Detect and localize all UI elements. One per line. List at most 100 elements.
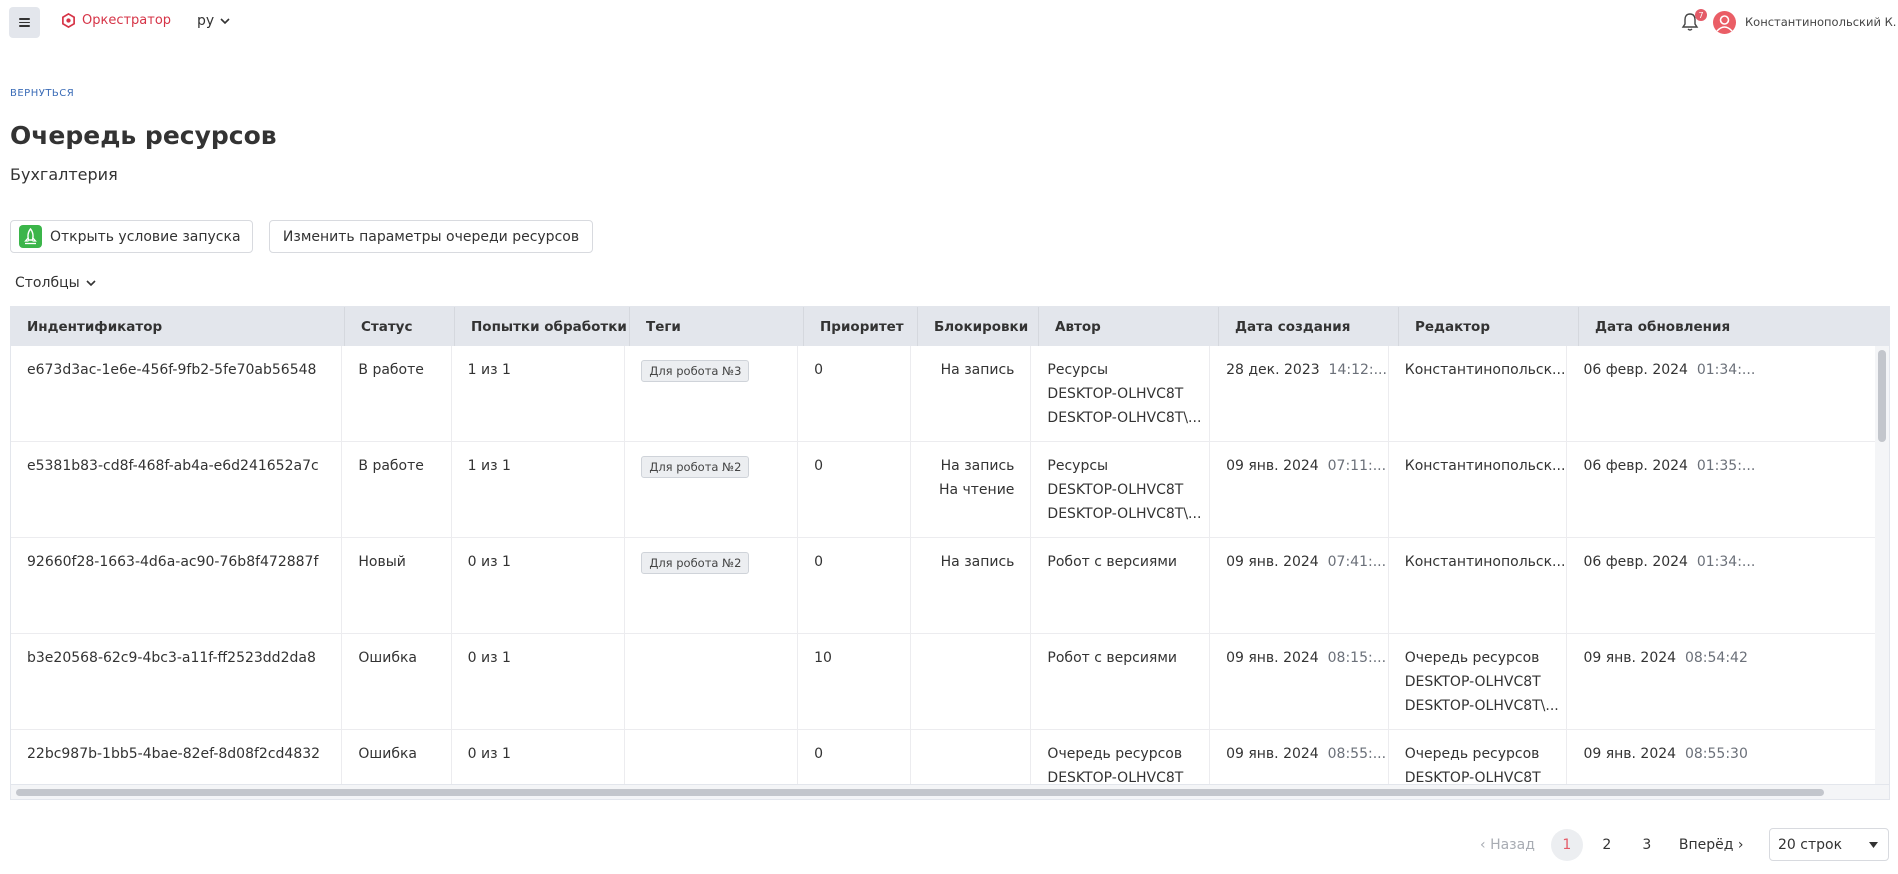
- column-header[interactable]: Редактор: [1399, 307, 1579, 346]
- cell-author: Робот с версиями: [1047, 554, 1178, 570]
- cell-status: Ошибка: [358, 650, 418, 666]
- cell-editor: Константинопольск...: [1404, 458, 1566, 474]
- table-row[interactable]: b3e20568-62c9-4bc3-a11f-ff2523dd2da8 Оши…: [11, 634, 1877, 730]
- column-header[interactable]: Попытки обработки: [455, 307, 630, 346]
- user-avatar-icon[interactable]: [1713, 11, 1736, 34]
- cell-author: DESKTOP-OLHVC8T: [1047, 386, 1184, 402]
- column-header[interactable]: Автор: [1039, 307, 1219, 346]
- created-time: 08:15:...: [1327, 650, 1387, 666]
- column-header[interactable]: Дата обновления: [1579, 307, 1889, 346]
- table-row[interactable]: 92660f28-1663-4d6a-ac90-76b8f472887f Нов…: [11, 538, 1877, 634]
- vertical-scroll-thumb[interactable]: [1878, 350, 1886, 442]
- page-button-3[interactable]: 3: [1631, 829, 1663, 861]
- cell-status: Ошибка: [358, 746, 418, 762]
- tag-badge: Для робота №3: [641, 360, 750, 382]
- cell-id: 92660f28-1663-4d6a-ac90-76b8f472887f: [27, 554, 319, 570]
- cell-updated: 09 янв. 2024 08:54:42: [1583, 646, 1877, 670]
- page-button-2[interactable]: 2: [1591, 829, 1623, 861]
- back-link[interactable]: ВЕРНУТЬСЯ: [10, 88, 74, 99]
- columns-toggle[interactable]: Столбцы: [15, 275, 96, 291]
- table-body: e673d3ac-1e6e-456f-9fb2-5fe70ab56548 В р…: [11, 346, 1877, 799]
- open-launch-condition-button[interactable]: Открыть условие запуска: [10, 220, 253, 253]
- cell-author: Очередь ресурсов: [1047, 746, 1183, 762]
- cell-updated: 06 февр. 2024 01:34:...: [1583, 358, 1877, 382]
- cell-id: b3e20568-62c9-4bc3-a11f-ff2523dd2da8: [27, 650, 316, 666]
- prev-page-label: Назад: [1490, 836, 1535, 853]
- cell-id: 22bc987b-1bb5-4bae-82ef-8d08f2cd4832: [27, 746, 321, 762]
- created-date: 09 янв. 2024: [1226, 746, 1319, 762]
- cell-priority: 0: [814, 458, 823, 474]
- cell-author: Ресурсы: [1047, 458, 1109, 474]
- language-select[interactable]: ру: [197, 13, 230, 29]
- column-header[interactable]: Статус: [345, 307, 455, 346]
- cell-status: В работе: [358, 458, 424, 474]
- cell-attempts: 1 из 1: [467, 362, 511, 378]
- table-header: Индентификатор Статус Попытки обработки …: [11, 307, 1889, 346]
- cell-attempts: 0 из 1: [467, 650, 511, 666]
- cell-lock: На запись: [940, 362, 1015, 378]
- tag-badge: Для робота №2: [641, 552, 750, 574]
- resource-queue-table: Индентификатор Статус Попытки обработки …: [10, 306, 1890, 800]
- cell-priority: 0: [814, 746, 823, 762]
- cell-status: В работе: [358, 362, 424, 378]
- cell-created: 09 янв. 2024 08:55:...: [1226, 742, 1388, 766]
- rows-per-page-value: 20 строк: [1778, 836, 1843, 853]
- rows-per-page-select[interactable]: 20 строк: [1769, 828, 1889, 861]
- cell-updated: 06 февр. 2024 01:34:...: [1583, 550, 1877, 574]
- edit-queue-params-label: Изменить параметры очереди ресурсов: [282, 228, 580, 245]
- table-row[interactable]: e673d3ac-1e6e-456f-9fb2-5fe70ab56548 В р…: [11, 346, 1877, 442]
- brand-link[interactable]: Оркестратор: [61, 13, 171, 28]
- created-date: 09 янв. 2024: [1226, 554, 1319, 570]
- updated-time: 01:34:...: [1696, 362, 1756, 378]
- updated-date: 09 янв. 2024: [1583, 746, 1677, 762]
- created-time: 08:55:...: [1327, 746, 1387, 762]
- notification-badge: 7: [1695, 9, 1707, 21]
- page-button-1[interactable]: 1: [1550, 828, 1583, 861]
- updated-date: 06 февр. 2024: [1583, 554, 1688, 570]
- cell-updated: 09 янв. 2024 08:55:30: [1583, 742, 1877, 766]
- rocket-icon: [19, 225, 42, 248]
- column-header[interactable]: Приоритет: [804, 307, 918, 346]
- cell-status: Новый: [358, 554, 406, 570]
- cell-editor: Очередь ресурсов: [1404, 746, 1540, 762]
- cell-editor: DESKTOP-OLHVC8T\...: [1404, 698, 1559, 714]
- column-header[interactable]: Блокировки: [918, 307, 1039, 346]
- column-header[interactable]: Дата создания: [1219, 307, 1399, 346]
- cell-attempts: 1 из 1: [467, 458, 511, 474]
- tag-badge: Для робота №2: [641, 456, 750, 478]
- cell-author: Ресурсы: [1047, 362, 1109, 378]
- cell-attempts: 0 из 1: [467, 746, 511, 762]
- cell-lock: На запись: [940, 554, 1015, 570]
- cell-author: DESKTOP-OLHVC8T\...: [1047, 506, 1202, 522]
- vertical-scrollbar[interactable]: [1875, 346, 1889, 786]
- cell-created: 28 дек. 2023 14:12:...: [1226, 358, 1388, 382]
- updated-date: 09 янв. 2024: [1583, 650, 1677, 666]
- created-date: 28 дек. 2023: [1226, 362, 1320, 378]
- cell-author: Робот с версиями: [1047, 650, 1178, 666]
- prev-page-button[interactable]: ‹ Назад: [1480, 837, 1535, 853]
- updated-time: 08:54:42: [1684, 650, 1748, 666]
- cell-author: DESKTOP-OLHVC8T: [1047, 482, 1184, 498]
- column-header[interactable]: Индентификатор: [11, 307, 345, 346]
- horizontal-scroll-thumb[interactable]: [16, 789, 1824, 796]
- menu-button[interactable]: [9, 7, 40, 38]
- updated-time: 08:55:30: [1684, 746, 1748, 762]
- page-title: Очередь ресурсов: [10, 121, 277, 150]
- cell-editor: Очередь ресурсов: [1404, 650, 1540, 666]
- cell-created: 09 янв. 2024 07:11:...: [1226, 454, 1388, 478]
- cell-created: 09 янв. 2024 07:41:...: [1226, 550, 1388, 574]
- cell-updated: 06 февр. 2024 01:35:...: [1583, 454, 1877, 478]
- updated-date: 06 февр. 2024: [1583, 362, 1688, 378]
- table-row[interactable]: e5381b83-cd8f-468f-ab4a-e6d241652a7c В р…: [11, 442, 1877, 538]
- cell-id: e5381b83-cd8f-468f-ab4a-e6d241652a7c: [27, 458, 319, 474]
- edit-queue-params-button[interactable]: Изменить параметры очереди ресурсов: [269, 220, 593, 253]
- horizontal-scrollbar[interactable]: [11, 784, 1889, 799]
- cell-lock: На чтение: [938, 482, 1015, 498]
- user-name[interactable]: Константинопольский К.: [1745, 15, 1896, 29]
- caret-down-icon: [1869, 841, 1878, 848]
- column-header[interactable]: Теги: [630, 307, 804, 346]
- notifications-button[interactable]: 7: [1680, 9, 1707, 34]
- next-page-button[interactable]: Вперёд ›: [1679, 837, 1744, 853]
- updated-time: 01:34:...: [1696, 554, 1756, 570]
- created-date: 09 янв. 2024: [1226, 458, 1319, 474]
